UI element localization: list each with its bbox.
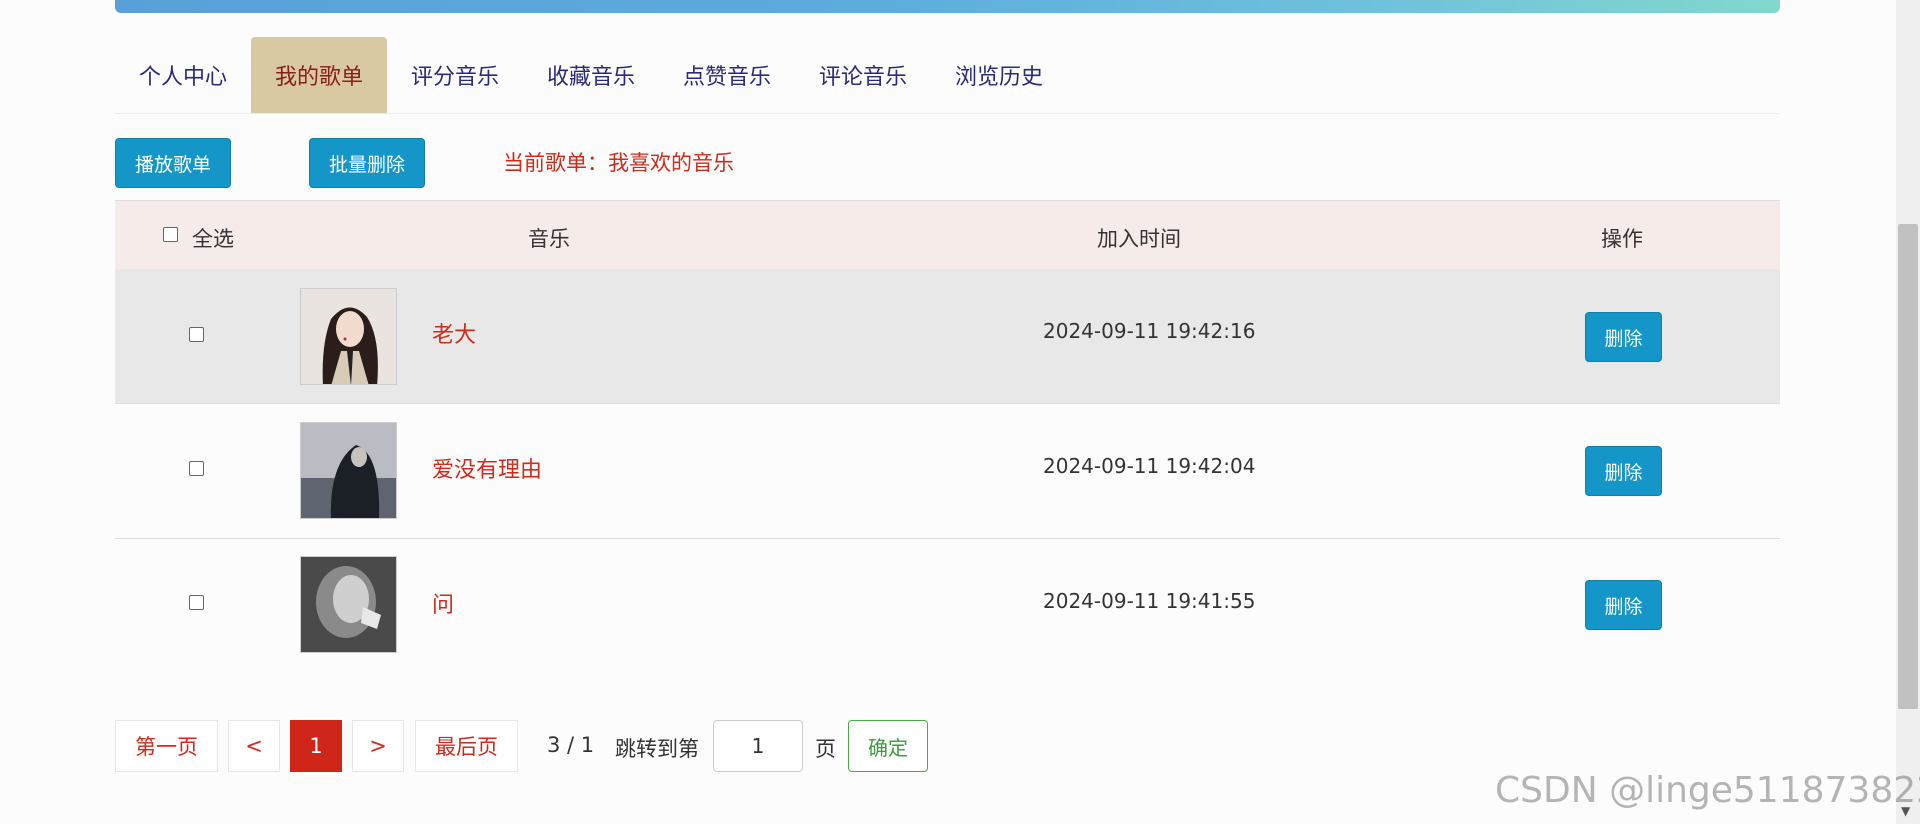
- added-time: 2024-09-11 19:41:55: [1043, 589, 1256, 613]
- song-cover-image: [300, 422, 397, 519]
- song-title-link[interactable]: 爱没有理由: [432, 452, 542, 484]
- page-1-button[interactable]: 1: [290, 720, 342, 772]
- profile-tabs: 个人中心 我的歌单 评分音乐 收藏音乐 点赞音乐 评论音乐 浏览历史: [115, 37, 1780, 114]
- song-title-link[interactable]: 问: [432, 587, 454, 619]
- jump-page-input[interactable]: [713, 720, 803, 772]
- table-row: 老大 2024-09-11 19:42:16 删除: [115, 269, 1780, 404]
- last-page-button[interactable]: 最后页: [415, 720, 518, 772]
- row-checkbox[interactable]: [189, 595, 204, 610]
- jump-to-label: 跳转到第: [615, 737, 699, 761]
- header-music: 音乐: [528, 227, 570, 251]
- table-row: 爱没有理由 2024-09-11 19:42:04 删除: [115, 404, 1780, 539]
- confirm-jump-button[interactable]: 确定: [848, 720, 928, 772]
- current-playlist-label: 当前歌单：我喜欢的音乐: [503, 151, 734, 175]
- top-banner: [115, 0, 1780, 13]
- tab-liked-music[interactable]: 点赞音乐: [659, 37, 795, 113]
- added-time: 2024-09-11 19:42:16: [1043, 319, 1256, 343]
- table-row: 问 2024-09-11 19:41:55 删除: [115, 539, 1780, 673]
- header-added-time: 加入时间: [1097, 227, 1181, 251]
- song-cover-image: [300, 556, 397, 653]
- select-all-checkbox[interactable]: [163, 227, 178, 242]
- page-unit-label: 页: [815, 737, 836, 761]
- delete-button[interactable]: 删除: [1585, 580, 1662, 630]
- next-page-button[interactable]: >: [352, 720, 404, 772]
- tab-rated-music[interactable]: 评分音乐: [387, 37, 523, 113]
- tab-commented-music[interactable]: 评论音乐: [795, 37, 931, 113]
- row-checkbox[interactable]: [189, 461, 204, 476]
- watermark: CSDN @linge511873822: [1495, 770, 1920, 811]
- scrollbar-thumb[interactable]: [1898, 224, 1918, 709]
- row-checkbox[interactable]: [189, 327, 204, 342]
- page-info: 3 / 1: [547, 733, 595, 757]
- song-cover-image: [300, 288, 397, 385]
- delete-button[interactable]: 删除: [1585, 446, 1662, 496]
- header-actions: 操作: [1601, 227, 1643, 251]
- tab-my-playlist[interactable]: 我的歌单: [251, 37, 387, 113]
- tab-profile[interactable]: 个人中心: [115, 37, 251, 113]
- select-all-label: 全选: [192, 227, 234, 251]
- added-time: 2024-09-11 19:42:04: [1043, 454, 1256, 478]
- batch-delete-button[interactable]: 批量删除: [309, 138, 425, 188]
- song-title-link[interactable]: 老大: [432, 317, 476, 349]
- table-header: 全选 音乐 加入时间 操作: [115, 200, 1780, 270]
- tab-browse-history[interactable]: 浏览历史: [931, 37, 1067, 113]
- tab-favorite-music[interactable]: 收藏音乐: [523, 37, 659, 113]
- prev-page-button[interactable]: <: [228, 720, 280, 772]
- delete-button[interactable]: 删除: [1585, 312, 1662, 362]
- play-playlist-button[interactable]: 播放歌单: [115, 138, 231, 188]
- first-page-button[interactable]: 第一页: [115, 720, 218, 772]
